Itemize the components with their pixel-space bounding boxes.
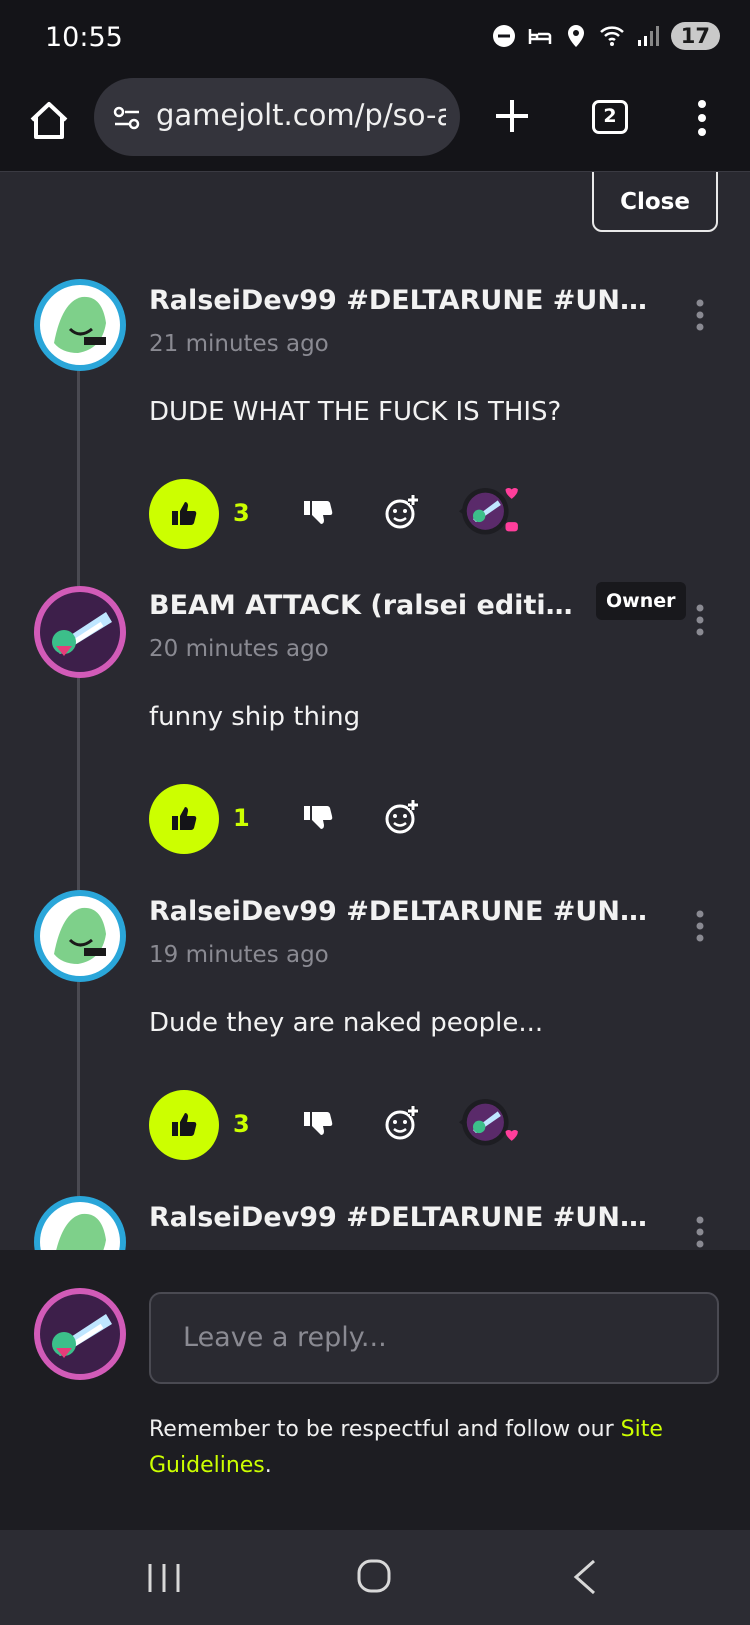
thread-line (77, 352, 80, 602)
site-settings-icon[interactable] (112, 103, 142, 133)
thumbs-down-icon[interactable] (301, 1108, 335, 1142)
recents-icon[interactable] (146, 1560, 182, 1596)
thumbs-up-icon (172, 807, 197, 830)
more-vert-icon[interactable] (690, 96, 714, 140)
comment-text: funny ship thing (149, 702, 361, 732)
more-vert-icon[interactable] (690, 297, 710, 333)
comments-panel: Close RalseiDev99 #DELTARUNE #UNDER... 2… (0, 172, 750, 1250)
back-icon[interactable] (570, 1558, 600, 1596)
thread-line (77, 652, 80, 902)
status-time: 10:55 (45, 22, 123, 53)
plus-icon[interactable] (490, 94, 534, 138)
bed-icon (528, 29, 552, 44)
reply-composer: Leave a reply... Remember to be respectf… (0, 1250, 750, 1530)
close-button[interactable]: Close (592, 172, 718, 232)
add-reaction-icon[interactable] (383, 493, 421, 531)
like-count: 3 (233, 499, 250, 527)
thumbs-down-icon[interactable] (301, 497, 335, 531)
url-text: gamejolt.com/p/so-a (156, 98, 446, 132)
battery-indicator: 17 (670, 22, 720, 50)
location-icon (567, 25, 584, 47)
reactor-avatar[interactable] (459, 481, 521, 543)
wifi-icon (599, 26, 624, 46)
comment-author[interactable]: RalseiDev99 #DELTARUNE #UNDER... (149, 896, 669, 927)
thumbs-down-icon[interactable] (301, 802, 335, 836)
comment-actions: 3 (149, 1090, 729, 1162)
like-button[interactable] (149, 784, 219, 854)
like-button[interactable] (149, 479, 219, 549)
like-count: 1 (233, 804, 250, 832)
system-nav-bar (0, 1530, 750, 1625)
reply-input[interactable]: Leave a reply... (149, 1292, 719, 1384)
comment-time: 20 minutes ago (149, 636, 329, 662)
comment-author[interactable]: RalseiDev99 #DELTARUNE #UNDER... (149, 1202, 669, 1233)
home-icon[interactable] (26, 98, 72, 144)
guidelines-notice: Remember to be respectful and follow our… (149, 1412, 709, 1484)
thumbs-up-icon (172, 1113, 197, 1136)
more-vert-icon[interactable] (690, 908, 710, 944)
reactor-avatar[interactable] (459, 1092, 521, 1154)
avatar[interactable] (32, 1194, 128, 1250)
comment-author[interactable]: RalseiDev99 #DELTARUNE #UNDER... (149, 285, 669, 316)
like-button[interactable] (149, 1090, 219, 1160)
address-bar[interactable]: gamejolt.com/p/so-a (94, 78, 460, 156)
comment-text: Dude they are naked people... (149, 1008, 544, 1038)
comment-time: 21 minutes ago (149, 331, 329, 357)
comment-time: 19 minutes ago (149, 942, 329, 968)
avatar (32, 1286, 128, 1382)
browser-toolbar: gamejolt.com/p/so-a 2 (0, 78, 750, 172)
more-vert-icon[interactable] (690, 1214, 710, 1250)
guidelines-text: Remember to be respectful and follow our (149, 1417, 614, 1442)
avatar[interactable] (32, 277, 128, 373)
avatar[interactable] (32, 584, 128, 680)
tabs-icon[interactable]: 2 (592, 100, 628, 134)
thread-line (77, 958, 80, 1208)
do-not-disturb-icon (492, 25, 515, 47)
status-bar: 10:55 17 (0, 0, 750, 78)
add-reaction-icon[interactable] (383, 1104, 421, 1142)
comment-text: DUDE WHAT THE FUCK IS THIS? (149, 397, 562, 427)
guidelines-period: . (264, 1453, 272, 1478)
add-reaction-icon[interactable] (383, 798, 421, 836)
comment-author[interactable]: BEAM ATTACK (ralsei edition ... (149, 590, 579, 621)
thumbs-up-icon (172, 502, 197, 525)
comment-actions: 1 (149, 784, 729, 856)
like-count: 3 (233, 1110, 250, 1138)
more-vert-icon[interactable] (690, 602, 710, 638)
comment-actions: 3 (149, 479, 729, 551)
avatar[interactable] (32, 888, 128, 984)
nav-home-icon[interactable] (356, 1558, 392, 1594)
owner-badge: Owner (596, 582, 686, 620)
signal-icon (637, 26, 659, 46)
status-icons: 17 (491, 22, 720, 50)
